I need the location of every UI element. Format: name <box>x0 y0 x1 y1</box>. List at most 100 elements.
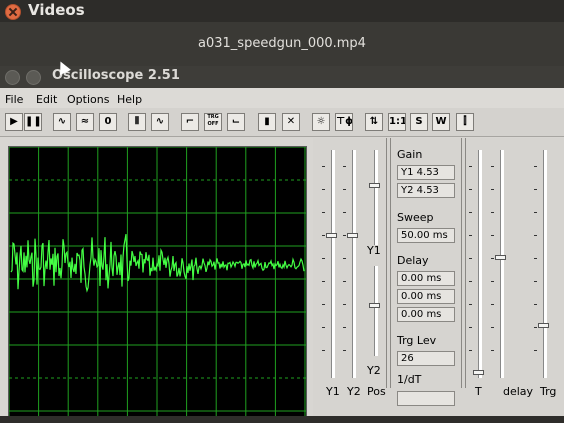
pulse-wave-button[interactable]: ⫴ <box>128 113 146 131</box>
trigger-level-value: 26 <box>397 351 455 366</box>
y2-pos-label: Y2 <box>367 364 381 377</box>
trigger-fall-button[interactable]: ⌙ <box>227 113 245 131</box>
slider-tick <box>343 304 346 305</box>
y2-pos-slider-thumb[interactable] <box>369 303 380 308</box>
brightness-button[interactable]: ☼ <box>312 113 330 131</box>
slider-tick <box>322 235 325 236</box>
menu-file[interactable]: File <box>5 93 23 106</box>
delay-slider-thumb[interactable] <box>495 255 506 260</box>
status-strip <box>0 416 564 423</box>
y2-pos-slider-track[interactable] <box>374 266 378 356</box>
slider-tick <box>469 212 472 213</box>
delay-slider-track[interactable] <box>500 150 504 378</box>
oscilloscope-title: Oscilloscope 2.51 <box>52 68 180 83</box>
slider-tick <box>343 166 346 167</box>
slider-tick <box>491 212 494 213</box>
menu-options[interactable]: Options <box>67 93 109 106</box>
slider-tick <box>491 258 494 259</box>
t-slider-track[interactable] <box>478 150 482 378</box>
delay-slider-label: delay <box>503 385 534 398</box>
y1-pos-slider-track[interactable] <box>374 150 378 245</box>
slider-tick <box>343 189 346 190</box>
inverse-dt-label: 1/dT <box>397 373 422 386</box>
play-button[interactable]: ▶ <box>5 113 23 131</box>
scope-display <box>8 146 307 418</box>
slider-tick <box>534 235 537 236</box>
pause-button[interactable]: ❚❚ <box>24 113 42 131</box>
control-panel: Y1 Y2 Y1 Y2 Pos Gain Y1 4.53 Y2 4.53 Swe… <box>313 138 564 423</box>
s-button[interactable]: S <box>410 113 428 131</box>
inverse-dt-value <box>397 391 455 406</box>
slider-tick <box>491 166 494 167</box>
menu-bar: File Edit Options Help <box>0 88 564 108</box>
sweep-value: 50.00 ms <box>397 228 455 243</box>
y1-gain-slider-thumb[interactable] <box>326 233 337 238</box>
slider-tick <box>469 166 472 167</box>
trigger-level-label: Trg Lev <box>397 334 437 347</box>
video-filename: a031_speedgun_000.mp4 <box>198 36 366 51</box>
spectrum-button[interactable]: ▮ <box>258 113 276 131</box>
mixer-button[interactable]: ⫿ <box>456 113 474 131</box>
phase-button[interactable]: ⊤ϕ <box>335 113 353 131</box>
dual-wave-button[interactable]: ≈ <box>76 113 94 131</box>
t-slider-thumb[interactable] <box>473 370 484 375</box>
cursor-button[interactable]: ✕ <box>282 113 300 131</box>
w-button[interactable]: W <box>432 113 450 131</box>
y1-pos-slider-thumb[interactable] <box>369 183 380 188</box>
slider-tick <box>469 281 472 282</box>
menu-edit[interactable]: Edit <box>36 93 57 106</box>
slider-tick <box>469 304 472 305</box>
scope-grid <box>8 146 306 417</box>
player-title-bar: Videos <box>0 0 564 22</box>
menu-help[interactable]: Help <box>117 93 142 106</box>
t-slider-label: T <box>475 385 482 398</box>
trg-slider-track[interactable] <box>543 150 547 378</box>
arrows-button[interactable]: ⇅ <box>365 113 383 131</box>
sweep-label: Sweep <box>397 211 434 224</box>
y1-gain-slider-track[interactable] <box>331 150 335 378</box>
player-title: Videos <box>28 1 85 19</box>
delay-value-3: 0.00 ms <box>397 307 455 322</box>
slider-tick <box>534 166 537 167</box>
y2-gain-slider-track[interactable] <box>352 150 356 378</box>
close-window-icon[interactable] <box>5 70 20 85</box>
minimize-window-icon[interactable] <box>26 70 41 85</box>
oscilloscope-window: Oscilloscope 2.51 File Edit Options Help… <box>0 66 564 423</box>
player-header-bar: a031_speedgun_000.mp4 <box>0 22 564 66</box>
xy-mode-button[interactable]: 0 <box>99 113 117 131</box>
slider-tick <box>491 189 494 190</box>
trg-slider-thumb[interactable] <box>538 323 549 328</box>
trigger-off-button[interactable]: TRG OFF <box>204 113 222 131</box>
y2-gain-slider-thumb[interactable] <box>347 233 358 238</box>
y1-slider-label: Y1 <box>326 385 340 398</box>
delay-value-2: 0.00 ms <box>397 289 455 304</box>
slider-tick <box>491 350 494 351</box>
one-to-one-button[interactable]: 1:1 <box>388 113 406 131</box>
trigger-rise-button[interactable]: ⌐ <box>181 113 199 131</box>
sine-sweep-button[interactable]: ∿ <box>151 113 169 131</box>
y1-pos-label: Y1 <box>367 244 381 257</box>
slider-tick <box>322 350 325 351</box>
slider-tick <box>469 235 472 236</box>
slider-tick <box>469 258 472 259</box>
close-icon[interactable] <box>5 4 21 20</box>
slider-tick <box>322 166 325 167</box>
delay-value-1: 0.00 ms <box>397 271 455 286</box>
slider-tick <box>469 350 472 351</box>
slider-tick <box>534 189 537 190</box>
oscilloscope-title-bar: Oscilloscope 2.51 <box>0 66 564 88</box>
y2-gain-value: Y2 4.53 <box>397 183 455 198</box>
slider-tick <box>491 304 494 305</box>
gain-label: Gain <box>397 148 423 161</box>
pos-slider-label: Pos <box>367 385 386 398</box>
slider-tick <box>343 212 346 213</box>
slider-tick <box>343 327 346 328</box>
slider-tick <box>534 304 537 305</box>
slider-tick <box>534 212 537 213</box>
sine-wave-button[interactable]: ∿ <box>53 113 71 131</box>
slider-tick <box>491 327 494 328</box>
y2-slider-label: Y2 <box>347 385 361 398</box>
slider-tick <box>322 304 325 305</box>
slider-tick <box>491 235 494 236</box>
slider-tick <box>322 212 325 213</box>
